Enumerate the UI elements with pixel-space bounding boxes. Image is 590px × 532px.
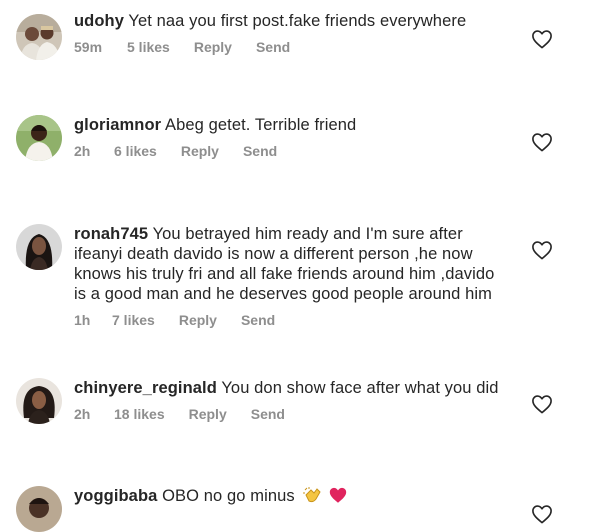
- comment-likes[interactable]: 6 likes: [114, 143, 157, 159]
- heart-outline-icon[interactable]: [531, 504, 553, 524]
- heart-outline-icon[interactable]: [531, 394, 553, 414]
- comment-time: 2h: [74, 143, 91, 159]
- comment-meta: 2h 18 likes Reply Send: [74, 406, 514, 422]
- comment-content: You don show face after what you did: [221, 379, 499, 397]
- comment-username[interactable]: udohy: [74, 12, 124, 30]
- avatar[interactable]: [16, 378, 62, 424]
- comment-likes[interactable]: 18 likes: [114, 406, 165, 422]
- comment-content: Abeg getet. Terrible friend: [164, 116, 357, 134]
- comment-time: 1h: [74, 312, 91, 328]
- comment-content: Yet naa you first post.fake friends ever…: [128, 12, 467, 30]
- reply-button[interactable]: Reply: [179, 312, 217, 328]
- avatar[interactable]: [16, 14, 62, 60]
- comment-content: OBO no go minus: [162, 487, 295, 505]
- comment-body: ronah745 You betrayed him ready and I'm …: [74, 224, 514, 328]
- comment-time: 2h: [74, 406, 91, 422]
- comment-meta: 59m 5 likes Reply Send: [74, 39, 514, 55]
- heart-outline-icon[interactable]: [531, 132, 553, 152]
- comment-text: ronah745 You betrayed him ready and I'm …: [74, 224, 504, 304]
- send-button[interactable]: Send: [251, 406, 285, 422]
- comment-text: udohy Yet naa you first post.fake friend…: [74, 11, 514, 31]
- comment-time: 59m: [74, 39, 103, 55]
- reply-button[interactable]: Reply: [189, 406, 227, 422]
- reply-button[interactable]: Reply: [181, 143, 219, 159]
- heart-outline-icon[interactable]: [531, 240, 553, 260]
- avatar[interactable]: [16, 486, 62, 532]
- avatar[interactable]: [16, 224, 62, 270]
- comment-body: chinyere_reginald You don show face afte…: [74, 378, 514, 422]
- comment-meta: 1h 7 likes Reply Send: [74, 312, 514, 328]
- comment-likes[interactable]: 7 likes: [112, 312, 155, 328]
- send-button[interactable]: Send: [241, 312, 275, 328]
- comment-username[interactable]: gloriamnor: [74, 116, 161, 134]
- comment-username[interactable]: chinyere_reginald: [74, 379, 217, 397]
- send-button[interactable]: Send: [256, 39, 290, 55]
- comment-meta: 2h 6 likes Reply Send: [74, 143, 514, 159]
- send-button[interactable]: Send: [243, 143, 277, 159]
- reply-button[interactable]: Reply: [194, 39, 232, 55]
- comment-username[interactable]: ronah745: [74, 225, 148, 243]
- comment-text: yoggibaba OBO no go minus: [74, 486, 514, 506]
- comment-body: yoggibaba OBO no go minus: [74, 486, 514, 506]
- comment-body: udohy Yet naa you first post.fake friend…: [74, 11, 514, 55]
- heart-outline-icon[interactable]: [531, 29, 553, 49]
- red-heart-emoji: [329, 487, 347, 503]
- comment-text: gloriamnor Abeg getet. Terrible friend: [74, 115, 514, 135]
- comment-body: gloriamnor Abeg getet. Terrible friend 2…: [74, 115, 514, 159]
- comment-likes[interactable]: 5 likes: [127, 39, 170, 55]
- comment-username[interactable]: yoggibaba: [74, 487, 157, 505]
- clapping-hands-emoji: [303, 487, 322, 503]
- avatar[interactable]: [16, 115, 62, 161]
- comment-text: chinyere_reginald You don show face afte…: [74, 378, 504, 398]
